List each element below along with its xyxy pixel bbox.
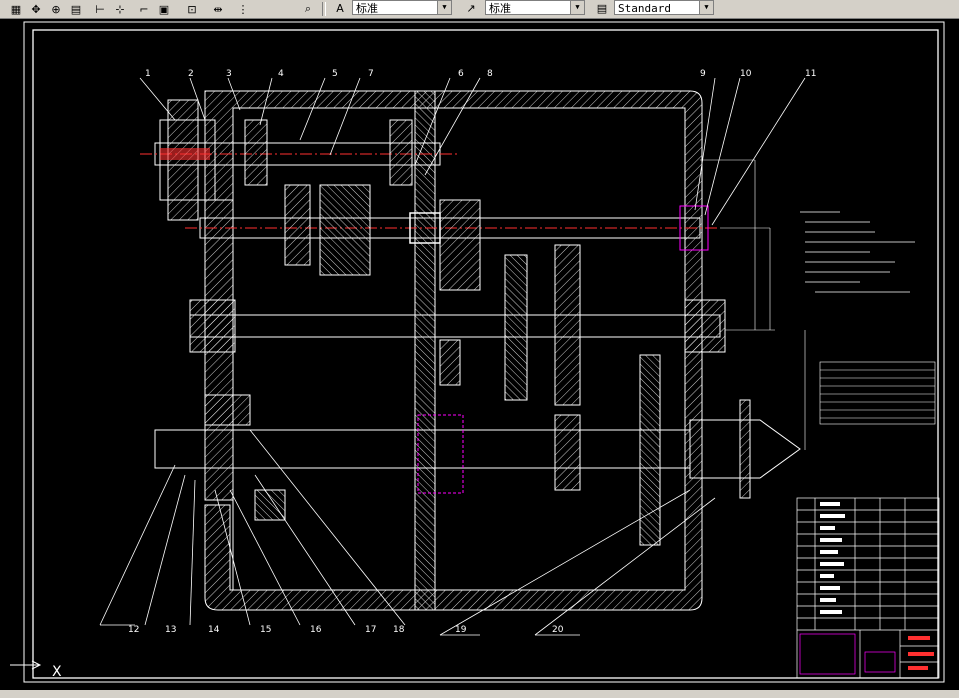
dim-style-icon[interactable]: ↗ xyxy=(463,1,479,16)
text-style-value: 标准 xyxy=(356,2,378,15)
align-icon[interactable]: ⊢ xyxy=(92,1,108,17)
grid-icon[interactable]: ▦ xyxy=(8,1,24,17)
part-number-3: 3 xyxy=(226,69,232,79)
text-style-icon[interactable]: A xyxy=(332,1,348,16)
part-number-9: 9 xyxy=(700,69,706,79)
properties-icon[interactable]: ▤ xyxy=(68,1,84,17)
block-icon[interactable]: ⊡ xyxy=(184,1,200,17)
part-number-5: 5 xyxy=(332,69,338,79)
part-number-13: 13 xyxy=(165,625,176,635)
title-block-marks xyxy=(820,502,934,670)
text-style-select[interactable]: 标准 ▼ xyxy=(352,0,452,15)
dim-style-value: 标准 xyxy=(489,2,511,15)
move-icon[interactable]: ⇹ xyxy=(210,1,226,17)
dimension-icon[interactable]: ⊹ xyxy=(112,1,128,17)
ucs-x-label: X xyxy=(52,664,62,680)
part-number-18: 18 xyxy=(393,625,405,635)
part-number-2: 2 xyxy=(188,69,194,79)
standard-toolbar: ▦ ✥ ⊕ ▤ ⊢ ⊹ ⌐ ▣ ⊡ ⇹ ⋮ ⌕ A 标准 ▼ ↗ 标准 ▼ ▤ Standard ▼ xyxy=(0,0,959,19)
pan-icon[interactable]: ✥ xyxy=(28,1,44,17)
table-style-icon[interactable]: ▤ xyxy=(594,1,610,16)
chevron-down-icon[interactable]: ▼ xyxy=(570,1,584,14)
chevron-down-icon[interactable]: ▼ xyxy=(699,1,713,14)
chevron-down-icon[interactable]: ▼ xyxy=(437,1,451,14)
layer-icon[interactable]: ▣ xyxy=(156,1,172,17)
part-number-11: 11 xyxy=(805,69,816,79)
part-number-8: 8 xyxy=(487,69,493,79)
dim-style-select[interactable]: 标准 ▼ xyxy=(485,0,585,15)
sheet-outer-frame xyxy=(23,21,945,683)
part-number-12: 12 xyxy=(128,625,139,635)
part-number-1: 1 xyxy=(145,69,151,79)
zoom-window-icon[interactable]: ⌕ xyxy=(300,1,316,17)
spindle-shaft xyxy=(154,399,801,499)
part-number-17: 17 xyxy=(365,625,376,635)
part-number-16: 16 xyxy=(310,625,322,635)
title-block xyxy=(796,497,940,679)
part-number-10: 10 xyxy=(740,69,752,79)
zoom-icon[interactable]: ⊕ xyxy=(48,1,64,17)
drawing-canvas[interactable]: 1 2 3 4 5 7 6 8 9 10 1112 13 14 15 16 17 18 19 20 xyxy=(0,18,959,690)
toolbar-separator xyxy=(322,2,326,16)
part-number-20: 20 xyxy=(552,625,564,635)
part-number-7: 7 xyxy=(368,69,374,79)
middle-wall xyxy=(414,90,436,611)
table-style-value: Standard xyxy=(618,2,671,15)
ucs-icon: X xyxy=(10,660,62,680)
part-number-19: 19 xyxy=(455,625,467,635)
part-number-15: 15 xyxy=(260,625,271,635)
status-bar xyxy=(0,690,959,698)
part-number-4: 4 xyxy=(278,69,284,79)
snap-icon[interactable]: ⋮ xyxy=(235,1,251,17)
edit-icon[interactable]: ⌐ xyxy=(136,1,152,17)
part-number-14: 14 xyxy=(208,625,220,635)
spec-table xyxy=(819,361,936,425)
technical-notes xyxy=(800,211,915,293)
part-number-6: 6 xyxy=(458,69,464,79)
table-style-select[interactable]: Standard ▼ xyxy=(614,0,714,15)
